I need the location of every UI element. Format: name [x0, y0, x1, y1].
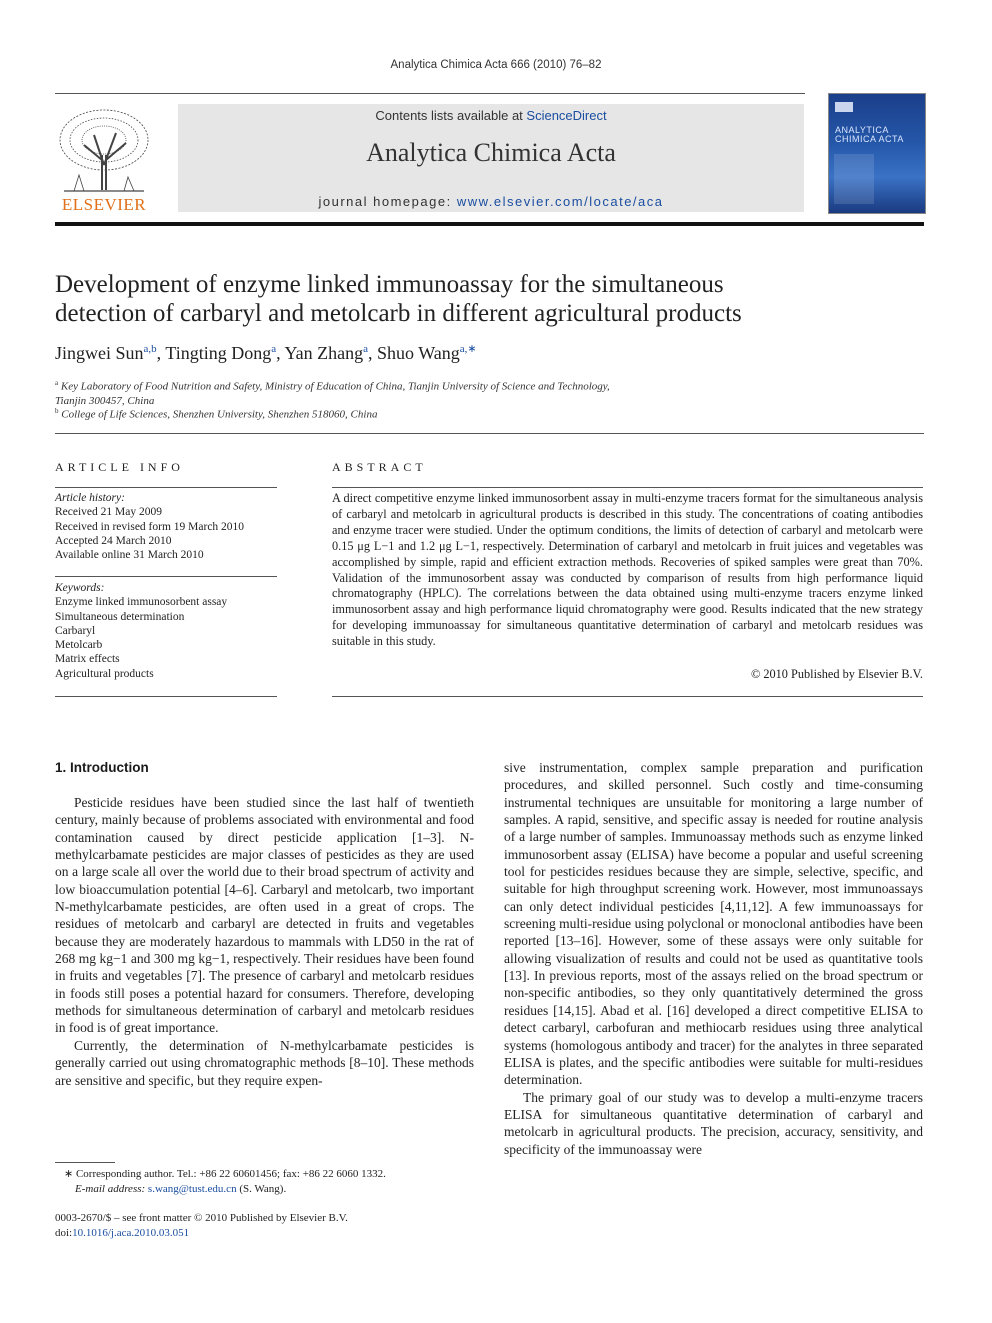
divider	[332, 487, 923, 488]
keyword: Matrix effects	[55, 653, 120, 666]
journal-banner: Contents lists available at ScienceDirec…	[178, 104, 804, 212]
doi-link[interactable]: 10.1016/j.aca.2010.03.051	[72, 1227, 189, 1239]
author[interactable]: Yan Zhanga	[284, 343, 368, 363]
author-list: Jingwei Suna,b, Tingting Donga, Yan Zhan…	[55, 343, 477, 363]
email-link[interactable]: s.wang@tust.edu.cn	[148, 1183, 237, 1195]
running-head: Analytica Chimica Acta 666 (2010) 76–82	[390, 59, 602, 71]
journal-homepage: journal homepage: www.elsevier.com/locat…	[318, 194, 664, 209]
divider	[55, 433, 924, 434]
journal-title: Analytica Chimica Acta	[366, 138, 616, 167]
elsevier-logo: ELSEVIER	[54, 105, 154, 215]
cover-graphic	[834, 154, 874, 204]
article-info-heading: ARTICLE INFO	[55, 460, 184, 474]
contents-line: Contents lists available at ScienceDirec…	[375, 108, 607, 123]
abstract-copyright: © 2010 Published by Elsevier B.V.	[750, 667, 923, 681]
intro-left-column: Pesticide residues have been studied sin…	[55, 794, 474, 1089]
keywords: Keywords: Enzyme linked immunosorbent as…	[55, 582, 228, 680]
paragraph: The primary goal of our study was to dev…	[504, 1089, 923, 1157]
abstract-heading: ABSTRACT	[332, 460, 427, 474]
divider	[55, 576, 277, 577]
intro-right-column: sive instrumentation, complex sample pre…	[504, 759, 923, 1158]
keyword: Metolcarb	[55, 639, 103, 652]
article-history: Article history: Received 21 May 2009 Re…	[55, 492, 245, 562]
author[interactable]: Shuo Wanga,∗	[377, 343, 477, 363]
divider	[55, 696, 277, 697]
journal-cover-thumbnail: ANALYTICA CHIMICA ACTA	[828, 93, 926, 214]
affiliation-a: a Key Laboratory of Food Nutrition and S…	[55, 379, 610, 407]
keyword: Agricultural products	[55, 667, 154, 680]
section-heading-introduction: 1. Introduction	[55, 760, 149, 775]
article-title: Development of enzyme linked immunoassay…	[55, 271, 742, 327]
tree-icon	[59, 109, 149, 192]
elsevier-wordmark: ELSEVIER	[61, 195, 147, 214]
keyword: Carbaryl	[55, 624, 96, 637]
keyword: Enzyme linked immunosorbent assay	[55, 596, 228, 609]
paragraph: sive instrumentation, complex sample pre…	[504, 760, 923, 1088]
affiliation-b: b College of Life Sciences, Shenzhen Uni…	[55, 407, 378, 421]
cover-title-line2: CHIMICA ACTA	[835, 134, 904, 144]
corresponding-author-note: ∗ Corresponding author. Tel.: +86 22 606…	[64, 1168, 386, 1195]
front-matter: 0003-2670/$ – see front matter © 2010 Pu…	[55, 1212, 348, 1239]
author[interactable]: Tingting Donga	[165, 343, 276, 363]
keyword: Simultaneous determination	[55, 610, 185, 623]
cover-logo-icon	[835, 102, 853, 112]
masthead-thick-rule	[55, 222, 924, 226]
sciencedirect-link[interactable]: ScienceDirect	[526, 108, 606, 123]
author[interactable]: Jingwei Suna,b	[55, 343, 157, 363]
divider	[332, 696, 923, 697]
paragraph: Pesticide residues have been studied sin…	[55, 795, 474, 1036]
paragraph: Currently, the determination of N-methyl…	[55, 1037, 474, 1088]
homepage-link[interactable]: www.elsevier.com/locate/aca	[457, 194, 664, 209]
masthead-rule	[55, 93, 805, 94]
abstract-text: A direct competitive enzyme linked immun…	[332, 491, 923, 649]
footnote-rule	[55, 1162, 115, 1163]
divider	[55, 487, 277, 488]
